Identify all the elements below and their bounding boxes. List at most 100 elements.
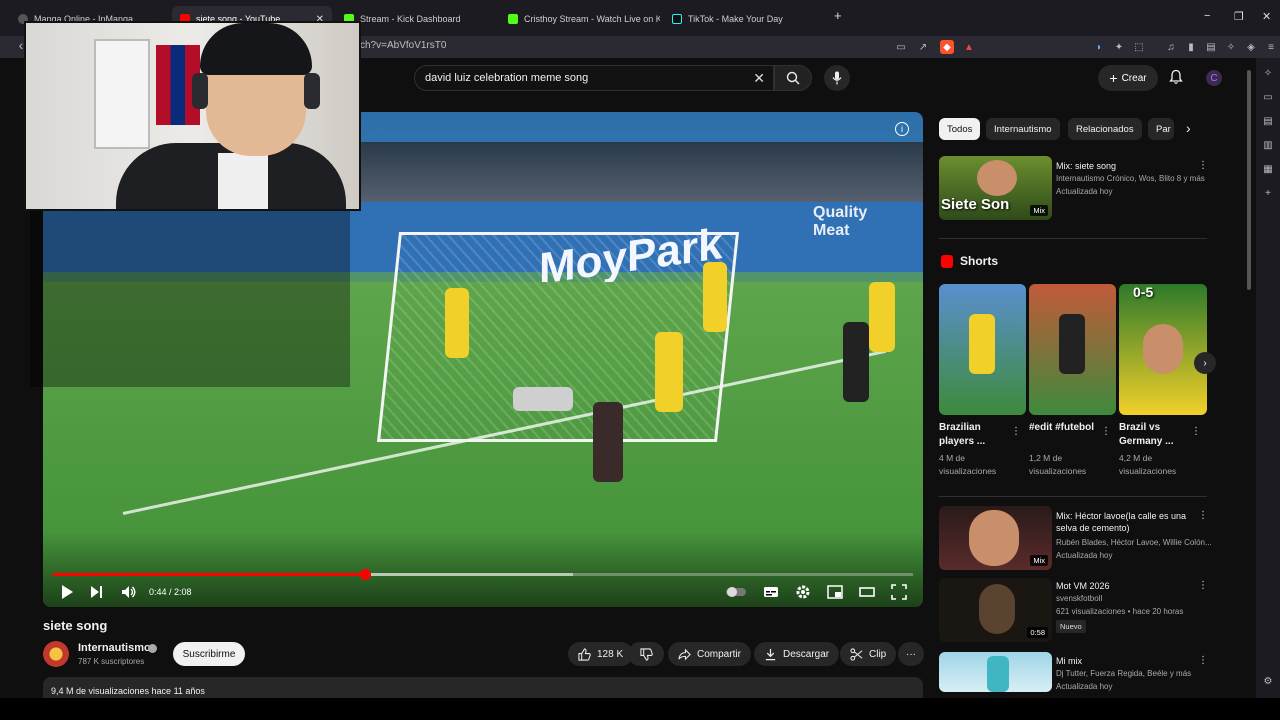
tab-title: Cristhoy Stream - Watch Live on Kick (524, 14, 660, 24)
miniplayer-icon[interactable] (827, 584, 843, 600)
dislike-button[interactable] (628, 642, 664, 666)
next-icon[interactable] (90, 584, 104, 600)
page-scrollbar-thumb[interactable] (1247, 70, 1251, 290)
menu-icon[interactable]: ≡ (1264, 40, 1278, 54)
wallet-icon[interactable]: ▤ (1204, 40, 1218, 54)
short-title[interactable]: Brazil vs Germany ... (1119, 421, 1189, 449)
chip-relacionados[interactable]: Relacionados (1068, 118, 1142, 140)
recommended-thumbnail[interactable]: Siete Son Mix (939, 156, 1052, 220)
short-title[interactable]: #edit #futebol (1029, 421, 1099, 435)
more-options-icon[interactable]: ⋮ (1198, 160, 1208, 171)
new-tab-button[interactable]: + (834, 8, 842, 23)
search-button[interactable] (774, 65, 812, 91)
short-title[interactable]: Brazilian players ... (939, 421, 1009, 449)
recommended-title[interactable]: Mi mix (1056, 655, 1206, 667)
chip-partial[interactable]: Par (1148, 118, 1174, 140)
recommended-thumbnail[interactable]: Mix (939, 506, 1052, 570)
player-dark (1059, 314, 1085, 374)
minimize-button[interactable]: − (1204, 10, 1210, 22)
short-thumbnail[interactable] (939, 284, 1026, 415)
extension-icon[interactable]: ⬚ (1132, 40, 1146, 54)
playlist-icon[interactable]: ▤ (1261, 116, 1275, 130)
search-input[interactable]: david luiz celebration meme song (425, 72, 588, 84)
theater-mode-icon[interactable] (859, 584, 875, 600)
more-options-icon[interactable]: ⋮ (1101, 426, 1111, 437)
duration: 2:08 (174, 587, 192, 597)
subtitles-icon[interactable] (763, 584, 779, 600)
leo-icon[interactable]: ✧ (1224, 40, 1238, 54)
webcam-overlay (24, 21, 361, 211)
play-icon[interactable] (60, 584, 74, 600)
brave-rewards-icon[interactable]: ▲ (962, 40, 976, 54)
audio-playing-icon[interactable]: ◗ (1092, 40, 1106, 54)
search-box[interactable]: david luiz celebration meme song ✕ (414, 65, 774, 91)
brave-shield-icon[interactable]: ◆ (940, 40, 954, 54)
share-icon[interactable]: ↗ (916, 40, 930, 54)
thumbs-up-icon (578, 647, 591, 661)
more-options-icon[interactable]: ⋮ (1011, 426, 1021, 437)
recommended-thumbnail[interactable]: 0:58 (939, 578, 1052, 642)
close-window-button[interactable]: ✕ (1262, 10, 1271, 23)
download-button[interactable]: Descargar (754, 642, 840, 666)
person-shirt (218, 153, 268, 209)
short-thumbnail[interactable] (1029, 284, 1116, 415)
channel-name[interactable]: Internautismo (78, 642, 151, 654)
url-field[interactable]: ch?v=AbVfoV1rsT0 (360, 40, 446, 51)
share-label: Compartir (697, 648, 741, 660)
chip-internautismo[interactable]: Internautismo (986, 118, 1060, 140)
chips-next-icon[interactable]: › (1186, 120, 1191, 136)
short-thumbnail[interactable]: 0-5 (1119, 284, 1207, 415)
recommended-title[interactable]: Mix: Héctor lavoe(la calle es una selva … (1056, 510, 1206, 534)
shorts-next-button[interactable]: › (1194, 352, 1216, 374)
download-label: Descargar (783, 648, 830, 660)
tab-kick-stream[interactable]: Cristhoy Stream - Watch Live on Kick (500, 6, 660, 32)
video-title: siete song (43, 618, 108, 633)
share-button[interactable]: Compartir (668, 642, 751, 666)
account-avatar[interactable]: C (1206, 70, 1222, 86)
microphone-icon (832, 71, 842, 85)
subscribe-button[interactable]: Suscribirme (173, 642, 245, 666)
tab-tiktok[interactable]: TikTok - Make Your Day (664, 6, 824, 32)
maximize-button[interactable]: ❐ (1234, 10, 1244, 23)
channel-avatar[interactable] (43, 641, 69, 667)
autoplay-toggle-icon[interactable] (725, 584, 747, 600)
more-options-icon[interactable]: ⋮ (1198, 510, 1208, 521)
info-icon[interactable]: i (895, 122, 909, 136)
thumbnail-face (1143, 324, 1183, 374)
add-panel-icon[interactable]: + (1261, 188, 1275, 202)
more-options-icon[interactable]: ⋮ (1198, 580, 1208, 591)
cast-icon[interactable]: ▭ (894, 40, 908, 54)
vpn-icon[interactable]: ◈ (1244, 40, 1258, 54)
recommended-title[interactable]: Mot VM 2026 (1056, 580, 1206, 592)
recommended-thumbnail[interactable] (939, 652, 1052, 692)
like-button[interactable]: 128 K (568, 642, 634, 666)
more-actions-button[interactable]: ··· (898, 642, 924, 666)
player-yellow (869, 282, 895, 352)
progress-bar[interactable] (53, 569, 913, 580)
thumbnail-face (979, 584, 1015, 634)
clip-button[interactable]: Clip (840, 642, 897, 666)
settings-icon[interactable] (795, 584, 811, 600)
clear-search-icon[interactable]: ✕ (753, 70, 765, 87)
recommended-title[interactable]: Mix: siete song (1056, 160, 1206, 172)
reading-list-icon[interactable]: ▦ (1261, 164, 1275, 178)
create-button[interactable]: + Crear (1098, 65, 1158, 91)
volume-icon[interactable] (121, 584, 137, 600)
scrubber-handle[interactable] (359, 569, 371, 580)
voice-search-button[interactable] (824, 65, 850, 91)
settings-gear-icon[interactable]: ⚙ (1261, 676, 1275, 690)
sidebar-icon[interactable]: ▮ (1184, 40, 1198, 54)
score-overlay: 0-5 (1133, 284, 1154, 300)
more-options-icon[interactable]: ⋮ (1198, 655, 1208, 666)
share-arrow-icon (678, 648, 691, 660)
leo-ai-icon[interactable]: ✧ (1261, 68, 1275, 82)
bookmarks-icon[interactable]: ▥ (1261, 140, 1275, 154)
fullscreen-icon[interactable] (891, 584, 907, 600)
media-icon[interactable]: ♫ (1164, 40, 1178, 54)
notifications-bell-icon[interactable] (1168, 69, 1184, 85)
chat-icon[interactable]: ▭ (1261, 92, 1275, 106)
more-options-icon[interactable]: ⋮ (1191, 426, 1201, 437)
recommended-channel: Internautismo Crónico, Wos, Blito 8 y má… (1056, 174, 1205, 183)
extensions-icon[interactable]: ✦ (1112, 40, 1126, 54)
chip-todos[interactable]: Todos (939, 118, 981, 140)
